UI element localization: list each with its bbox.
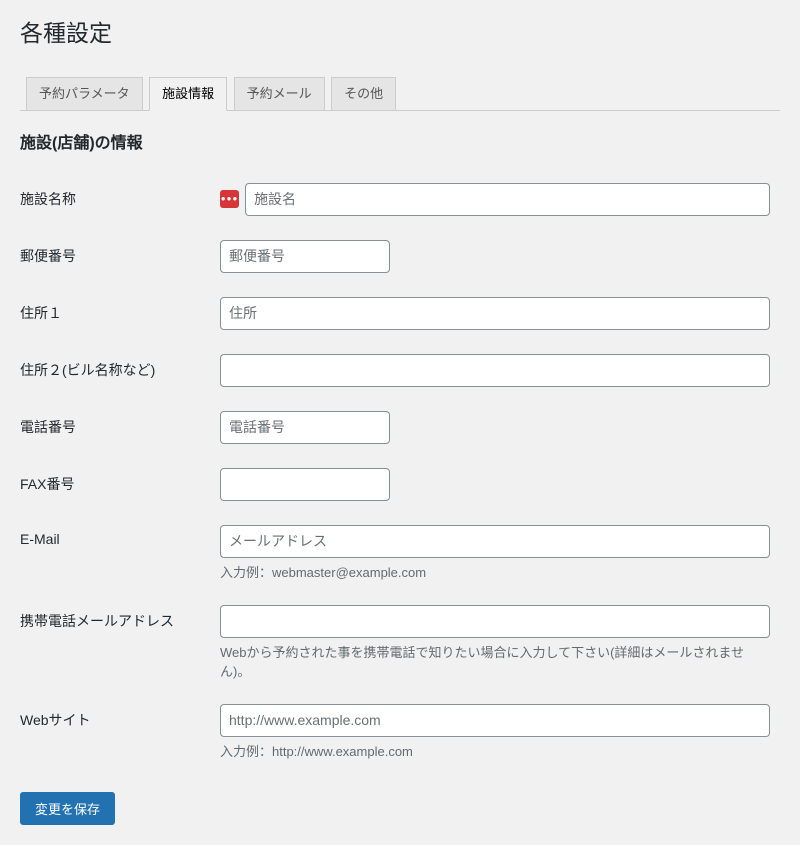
- email-hint: 入力例：webmaster@example.com: [220, 562, 770, 581]
- label-address1: 住所１: [20, 285, 220, 342]
- page-title: 各種設定: [20, 10, 780, 53]
- tab-facility-info[interactable]: 施設情報: [149, 77, 227, 111]
- tab-bar: 予約パラメータ 施設情報 予約メール その他: [20, 68, 780, 111]
- save-button[interactable]: 変更を保存: [20, 792, 115, 825]
- mobile-email-input[interactable]: [220, 605, 770, 638]
- website-hint: 入力例：http://www.example.com: [220, 741, 770, 760]
- fax-input[interactable]: [220, 468, 390, 501]
- label-facility-name: 施設名称: [20, 171, 220, 228]
- tab-reservation-params[interactable]: 予約パラメータ: [26, 77, 143, 110]
- tab-reservation-mail[interactable]: 予約メール: [234, 77, 325, 110]
- label-email: E-Mail: [20, 513, 220, 593]
- label-mobile-email: 携帯電話メールアドレス: [20, 593, 220, 692]
- label-address2: 住所２(ビル名称など): [20, 342, 220, 399]
- facility-name-input[interactable]: [245, 183, 770, 216]
- tab-other[interactable]: その他: [331, 77, 396, 110]
- email-input[interactable]: [220, 525, 770, 558]
- form-table: 施設名称 ●●● 郵便番号 住所１ 住所２(ビル名称など): [20, 171, 780, 772]
- postal-code-input[interactable]: [220, 240, 390, 273]
- label-postal-code: 郵便番号: [20, 228, 220, 285]
- section-heading: 施設(店舗)の情報: [20, 129, 780, 153]
- tel-input[interactable]: [220, 411, 390, 444]
- website-input[interactable]: [220, 704, 770, 737]
- required-icon: ●●●: [220, 190, 239, 208]
- label-tel: 電話番号: [20, 399, 220, 456]
- address1-input[interactable]: [220, 297, 770, 330]
- label-fax: FAX番号: [20, 456, 220, 513]
- address2-input[interactable]: [220, 354, 770, 387]
- mobile-email-hint: Webから予約された事を携帯電話で知りたい場合に入力して下さい(詳細はメールされ…: [220, 642, 770, 680]
- label-website: Webサイト: [20, 692, 220, 772]
